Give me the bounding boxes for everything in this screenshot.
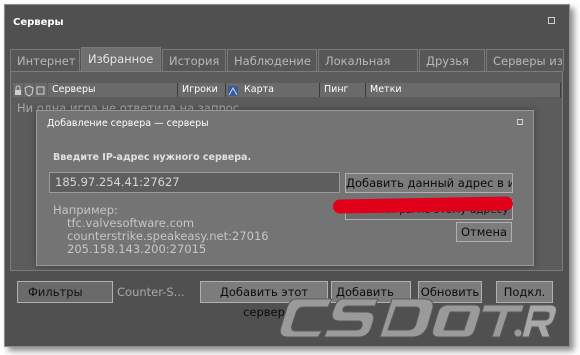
shield-icon	[24, 83, 34, 97]
column-ping[interactable]: Пинг	[320, 83, 366, 97]
tab-internet[interactable]: Интернет	[10, 49, 80, 71]
dialog-prompt: Введите IP-адрес нужного сервера.	[53, 152, 252, 163]
example-label: Например:	[53, 203, 118, 217]
map-icon	[226, 83, 240, 97]
tab-lan[interactable]: Локальная сеть	[318, 49, 418, 90]
tab-history[interactable]: История	[162, 49, 226, 71]
ip-address-input[interactable]: 185.97.254.41:27627	[49, 172, 340, 193]
column-players[interactable]: Игроки	[178, 83, 226, 97]
tab-favorites[interactable]: Избранное	[81, 47, 161, 71]
tab-friends[interactable]: Друзья	[419, 49, 485, 71]
checkbox-icon	[35, 83, 47, 97]
column-tags[interactable]: Метки	[366, 83, 561, 97]
filters-button[interactable]: Фильтры	[17, 281, 113, 303]
lock-icon	[13, 83, 23, 97]
example-item: counterstrike.speakeasy.net:27016	[67, 229, 269, 243]
game-filter-label: Counter-S...	[117, 285, 185, 299]
example-item: tfc.valvesoftware.com	[67, 216, 195, 230]
tab-history-servers[interactable]: Серверы из ч	[486, 49, 564, 90]
column-servers[interactable]: Серверы	[48, 83, 178, 97]
window-title: Серверы	[13, 17, 64, 28]
tab-spectate[interactable]: Наблюдение	[227, 49, 317, 71]
csdot-watermark	[279, 298, 557, 338]
example-item: 205.158.143.200:27015	[67, 242, 207, 256]
column-map[interactable]: Карта	[240, 83, 320, 97]
add-address-to-favorites-button[interactable]: Добавить данный адрес в из...	[345, 173, 513, 193]
add-server-dialog: Добавление сервера — серверы Введите IP-…	[36, 110, 534, 266]
dialog-title: Добавление сервера — серверы	[47, 118, 209, 129]
dialog-close-icon[interactable]	[517, 119, 523, 125]
cancel-button[interactable]: Отмена	[456, 222, 512, 242]
window-close-icon[interactable]	[548, 17, 555, 24]
